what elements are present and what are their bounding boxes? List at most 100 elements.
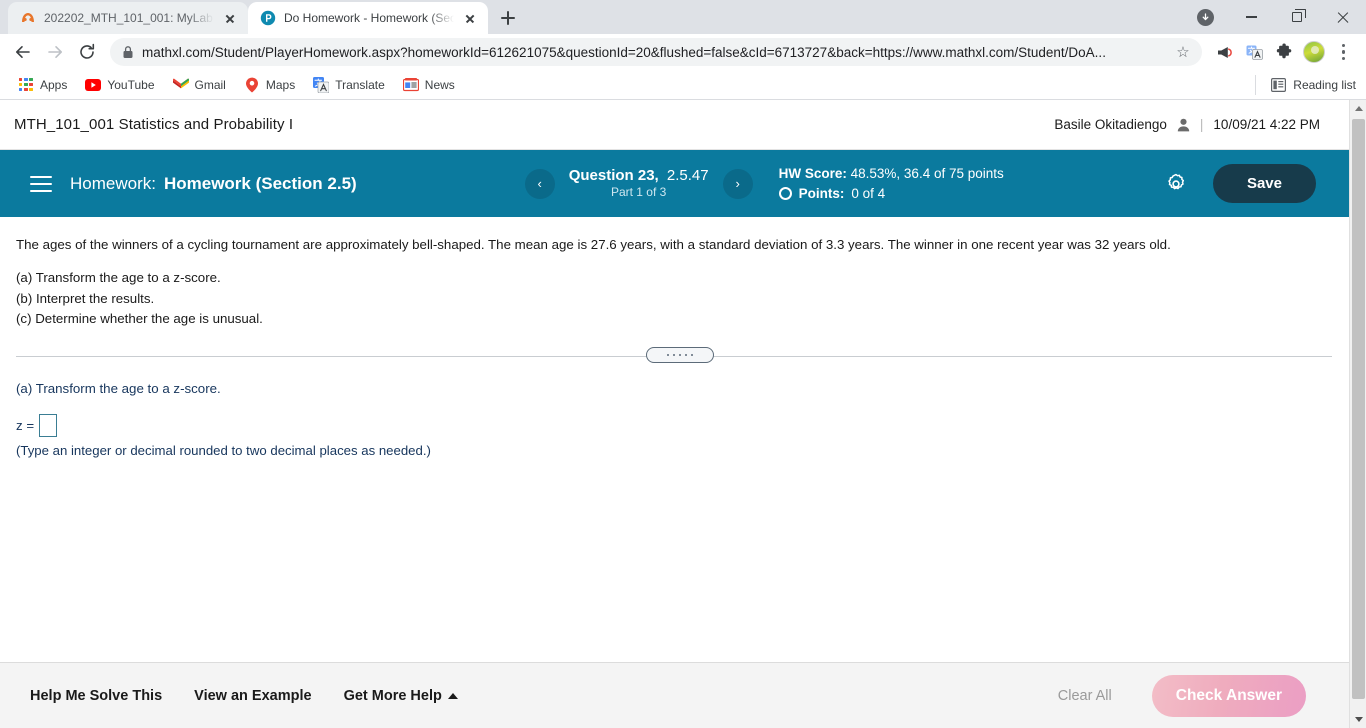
youtube-icon [85,77,102,93]
close-icon[interactable] [222,10,238,26]
user-info-bar: Basile Okitadiengo | 10/09/21 4:22 PM [1054,117,1350,132]
reading-list-icon [1270,77,1286,93]
back-button[interactable] [8,37,38,67]
question-parts: (a) Transform the age to a z-score. (b) … [16,268,1344,330]
hw-score-label: HW Score: [778,165,847,181]
clear-all-button[interactable]: Clear All [1058,688,1112,704]
question-body: The ages of the winners of a cycling tou… [0,217,1366,458]
points-value: 0 of 4 [851,185,886,201]
forward-button[interactable] [40,37,70,67]
browser-tab-1-title: 202202_MTH_101_001: MyLab St [44,11,214,25]
profile-avatar[interactable] [1300,38,1328,66]
question-footer-toolbar: Help Me Solve This View an Example Get M… [0,662,1366,728]
help-me-solve-this-label: Help Me Solve This [30,687,163,704]
caret-up-icon [447,692,458,699]
gear-icon[interactable] [1165,173,1187,195]
view-an-example-button[interactable]: View an Example [194,688,311,704]
homework-header-bar: Homework: Homework (Section 2.5) ‹ Quest… [0,150,1366,217]
previous-question-button[interactable]: ‹ [524,168,555,199]
chrome-menu-kebab[interactable] [1330,38,1358,66]
question-indicator: Question 23, 2.5.47 Part 1 of 3 [569,167,709,201]
address-bar[interactable]: mathxl.com/Student/PlayerHomework.aspx?h… [110,38,1202,66]
resize-handle[interactable] [646,347,714,364]
bookmark-maps[interactable]: Maps [236,73,303,97]
bookmark-apps-label: Apps [40,77,68,92]
question-prompt: The ages of the winners of a cycling tou… [16,237,1171,252]
bookmark-news-label: News [424,77,455,92]
datetime: 10/09/21 4:22 PM [1213,117,1320,132]
extensions-puzzle-icon[interactable] [1270,38,1298,66]
question-part-a: (a) Transform the age to a z-score. [16,270,221,286]
view-an-example-label: View an Example [194,687,312,704]
answer-format-note: (Type an integer or decimal rounded to t… [16,443,431,459]
megaphone-icon[interactable] [1210,38,1238,66]
browser-tab-strip: 202202_MTH_101_001: MyLab St Do Homework… [0,0,1366,34]
save-button[interactable]: Save [1212,164,1316,203]
browser-toolbar: mathxl.com/Student/PlayerHomework.aspx?h… [0,34,1366,70]
hamburger-menu-icon[interactable] [30,175,52,192]
maps-pin-icon [244,77,260,93]
lock-icon [122,45,134,59]
bookmark-gmail[interactable]: Gmail [165,73,234,97]
course-title: MTH_101_001 Statistics and Probability I [14,116,294,133]
browser-tab-1[interactable]: 202202_MTH_101_001: MyLab St [8,2,248,34]
bookmark-gmail-label: Gmail [194,77,226,92]
hw-score-value: 48.53%, 36.4 of 75 points [850,165,1004,181]
apps-grid-icon [18,77,34,93]
reading-list-label: Reading list [1293,77,1356,92]
get-more-help-button[interactable]: Get More Help [344,688,458,704]
z-label: z = [16,418,35,434]
google-translate-icon [313,76,330,93]
gmail-icon [172,77,189,93]
z-answer-row: z = [16,414,1344,438]
scroll-down-arrow[interactable] [1350,711,1366,728]
bookmark-youtube[interactable]: YouTube [77,73,162,97]
close-icon[interactable] [1320,0,1366,34]
mylab-icon [20,10,36,26]
scroll-up-arrow[interactable] [1350,100,1366,117]
empty-circle-icon [778,186,792,200]
get-more-help-label: Get More Help [343,687,442,704]
bookmark-maps-label: Maps [265,77,296,92]
bookmark-translate-label: Translate [335,77,385,92]
new-tab-button[interactable] [494,4,522,32]
user-name: Basile Okitadiengo [1054,117,1167,132]
check-answer-button[interactable]: Check Answer [1151,674,1306,717]
bookmark-news[interactable]: News [395,73,463,97]
question-part-label: Part 1 of 3 [610,185,667,200]
minimize-icon[interactable] [1228,0,1274,34]
assignment-name: Homework (Section 2.5) [163,173,357,193]
reload-button[interactable] [72,37,102,67]
question-id: 2.5.47 [666,166,709,184]
question-part-c: (c) Determine whether the age is unusual… [16,311,263,327]
maximize-icon[interactable] [1274,0,1320,34]
browser-tab-2[interactable]: Do Homework - Homework (Sect [248,2,488,34]
mathxl-page: MTH_101_001 Statistics and Probability I… [0,100,1366,728]
question-part-b: (b) Interpret the results. [16,290,155,306]
scrollbar-thumb[interactable] [1352,119,1365,699]
answer-part-prompt: (a) Transform the age to a z-score. [16,381,221,397]
close-icon[interactable] [462,10,478,26]
question-number: Question 23, [568,166,659,184]
bookmark-star-icon[interactable]: ☆ [1174,43,1192,61]
bookmark-youtube-label: YouTube [107,77,155,92]
mathxl-topbar: MTH_101_001 Statistics and Probability I… [0,100,1366,150]
separator: | [1199,117,1204,132]
bookmark-apps[interactable]: Apps [10,73,75,97]
bookmark-translate[interactable]: Translate [305,73,393,97]
google-news-icon [402,77,419,93]
page-scrollbar[interactable] [1349,100,1366,728]
panel-divider [16,347,1344,367]
person-icon[interactable] [1177,118,1190,132]
answer-area: (a) Transform the age to a z-score. z = … [16,367,1344,458]
pearson-p-icon [260,10,276,26]
download-icon[interactable] [1182,0,1228,34]
translate-icon[interactable] [1240,38,1268,66]
bookmarks-bar: Apps YouTube Gmail Maps Translate News R… [0,70,1366,100]
next-question-button[interactable]: › [722,168,753,199]
z-answer-input[interactable] [39,414,58,438]
reading-list-button[interactable]: Reading list [1255,74,1356,95]
help-me-solve-this-button[interactable]: Help Me Solve This [30,688,162,704]
browser-tab-2-title: Do Homework - Homework (Sect [284,11,454,25]
points-label: Points: [798,185,845,201]
